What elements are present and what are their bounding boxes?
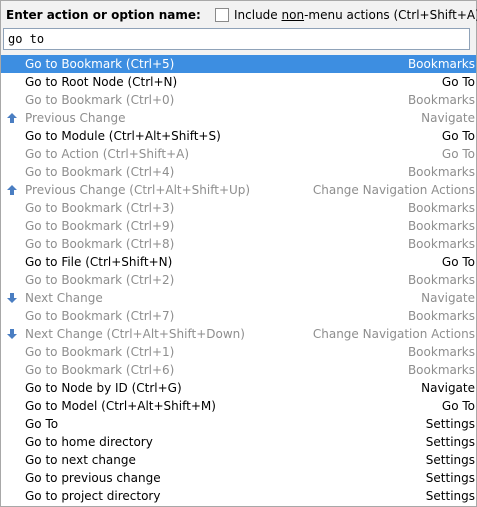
action-list-item[interactable]: Go to File (Ctrl+Shift+N) Go To [1, 253, 476, 271]
action-label: Go to Bookmark (Ctrl+0) [25, 93, 175, 107]
action-group: Bookmarks [407, 309, 475, 323]
action-label: Go to Action (Ctrl+Shift+A) [25, 147, 190, 161]
action-group: Settings [425, 417, 475, 431]
action-group: Bookmarks [407, 273, 475, 287]
checkbox-label-mnemonic: non [281, 8, 305, 22]
action-group: Bookmarks [407, 57, 475, 71]
action-group: Go To [441, 75, 475, 89]
action-label: Go to Bookmark (Ctrl+9) [25, 219, 175, 233]
checkbox-label-suffix: -menu actions (Ctrl+Shift+A) [304, 8, 477, 22]
action-group: Navigate [421, 111, 475, 125]
arrow-up-icon [5, 111, 19, 125]
action-label: Go to project directory [25, 489, 161, 503]
action-list-item[interactable]: Go To Settings [1, 415, 476, 433]
action-label: Go to Bookmark (Ctrl+1) [25, 345, 175, 359]
action-list-item[interactable]: Go to Bookmark (Ctrl+3) Bookmarks [1, 199, 476, 217]
action-search-input[interactable]: go to [3, 28, 470, 50]
action-list-item[interactable]: Go to project directory Settings [1, 487, 476, 505]
action-list-item[interactable]: Go to Bookmark (Ctrl+9) Bookmarks [1, 217, 476, 235]
action-label: Go to Node by ID (Ctrl+G) [25, 381, 182, 395]
action-label: Go to Bookmark (Ctrl+4) [25, 165, 175, 179]
action-list-item[interactable]: Go to Module (Ctrl+Alt+Shift+S) Go To [1, 127, 476, 145]
action-group: Settings [425, 471, 475, 485]
arrow-up-icon [5, 183, 19, 197]
action-label: Go to Bookmark (Ctrl+3) [25, 201, 175, 215]
action-label: Go to home directory [25, 435, 153, 449]
action-group: Go To [441, 147, 475, 161]
action-list-item[interactable]: Go to Bookmark (Ctrl+2) Bookmarks [1, 271, 476, 289]
include-non-menu-actions-toggle[interactable]: Include non-menu actions (Ctrl+Shift+A) [215, 7, 477, 23]
action-label: Go To [25, 417, 59, 431]
action-group: Change Navigation Actions [312, 327, 475, 341]
action-label: Next Change (Ctrl+Alt+Shift+Down) [25, 327, 245, 341]
action-group: Change Navigation Actions [312, 183, 475, 197]
action-group: Navigate [421, 381, 475, 395]
action-list-item[interactable]: Go to previous change Settings [1, 469, 476, 487]
action-label: Previous Change (Ctrl+Alt+Shift+Up) [25, 183, 251, 197]
action-group: Bookmarks [407, 219, 475, 233]
action-label: Go to Bookmark (Ctrl+7) [25, 309, 175, 323]
action-label: Previous Change [25, 111, 126, 125]
action-label: Go to Bookmark (Ctrl+5) [25, 57, 175, 71]
action-group: Navigate [421, 291, 475, 305]
action-list-item[interactable]: Next Change (Ctrl+Alt+Shift+Down) Change … [1, 325, 476, 343]
action-list-item[interactable]: Go to Bookmark (Ctrl+7) Bookmarks [1, 307, 476, 325]
action-group: Go To [441, 399, 475, 413]
action-list-item[interactable]: Go to Action (Ctrl+Shift+A) Go To [1, 145, 476, 163]
action-label: Go to next change [25, 453, 136, 467]
action-group: Settings [425, 435, 475, 449]
checkbox-label-prefix: Include [234, 8, 282, 22]
action-group: Bookmarks [407, 345, 475, 359]
action-list-item[interactable]: Go to Node by ID (Ctrl+G) Navigate [1, 379, 476, 397]
action-label: Next Change [25, 291, 103, 305]
action-list-item[interactable]: Go to Root Node (Ctrl+N) Go To [1, 73, 476, 91]
action-label: Go to previous change [25, 471, 161, 485]
action-label: Go to Bookmark (Ctrl+2) [25, 273, 175, 287]
action-group: Go To [441, 129, 475, 143]
popup-title: Enter action or option name: [6, 8, 201, 22]
action-group: Bookmarks [407, 201, 475, 215]
include-non-menu-actions-checkbox[interactable] [215, 8, 229, 22]
find-action-popup: Enter action or option name: Include non… [0, 0, 477, 507]
action-list-item[interactable]: Go to Bookmark (Ctrl+6) Bookmarks [1, 361, 476, 379]
action-list-item[interactable]: Previous Change Navigate [1, 109, 476, 127]
action-list-item[interactable]: Go to Bookmark (Ctrl+4) Bookmarks [1, 163, 476, 181]
action-result-list: Go to Bookmark (Ctrl+5) Bookmarks Go to Ro… [1, 55, 476, 506]
action-group: Bookmarks [407, 237, 475, 251]
action-list-item[interactable]: Go to Bookmark (Ctrl+5) Bookmarks [1, 55, 476, 73]
arrow-down-icon [5, 327, 19, 341]
action-list-item[interactable]: Go to Model (Ctrl+Alt+Shift+M) Go To [1, 397, 476, 415]
action-list-item[interactable]: Previous Change (Ctrl+Alt+Shift+Up) Chang… [1, 181, 476, 199]
action-list-item[interactable]: Next Change Navigate [1, 289, 476, 307]
action-list-item[interactable]: Go to next change Settings [1, 451, 476, 469]
action-label: Go to Root Node (Ctrl+N) [25, 75, 178, 89]
action-label: Go to Model (Ctrl+Alt+Shift+M) [25, 399, 216, 413]
arrow-down-icon [5, 291, 19, 305]
include-non-menu-actions-label[interactable]: Include non-menu actions (Ctrl+Shift+A) [234, 8, 477, 22]
action-group: Go To [441, 255, 475, 269]
action-group: Bookmarks [407, 165, 475, 179]
action-group: Settings [425, 489, 475, 503]
action-label: Go to Module (Ctrl+Alt+Shift+S) [25, 129, 221, 143]
popup-header: Enter action or option name: Include non… [1, 1, 477, 28]
action-group: Bookmarks [407, 93, 475, 107]
action-list-item[interactable]: Go to Bookmark (Ctrl+8) Bookmarks [1, 235, 476, 253]
action-group: Settings [425, 453, 475, 467]
action-group: Bookmarks [407, 363, 475, 377]
action-list-item[interactable]: Go to Bookmark (Ctrl+1) Bookmarks [1, 343, 476, 361]
action-label: Go to File (Ctrl+Shift+N) [25, 255, 173, 269]
action-list-item[interactable]: Go to home directory Settings [1, 433, 476, 451]
action-label: Go to Bookmark (Ctrl+6) [25, 363, 175, 377]
action-label: Go to Bookmark (Ctrl+8) [25, 237, 175, 251]
action-list-item[interactable]: Go to Bookmark (Ctrl+0) Bookmarks [1, 91, 476, 109]
